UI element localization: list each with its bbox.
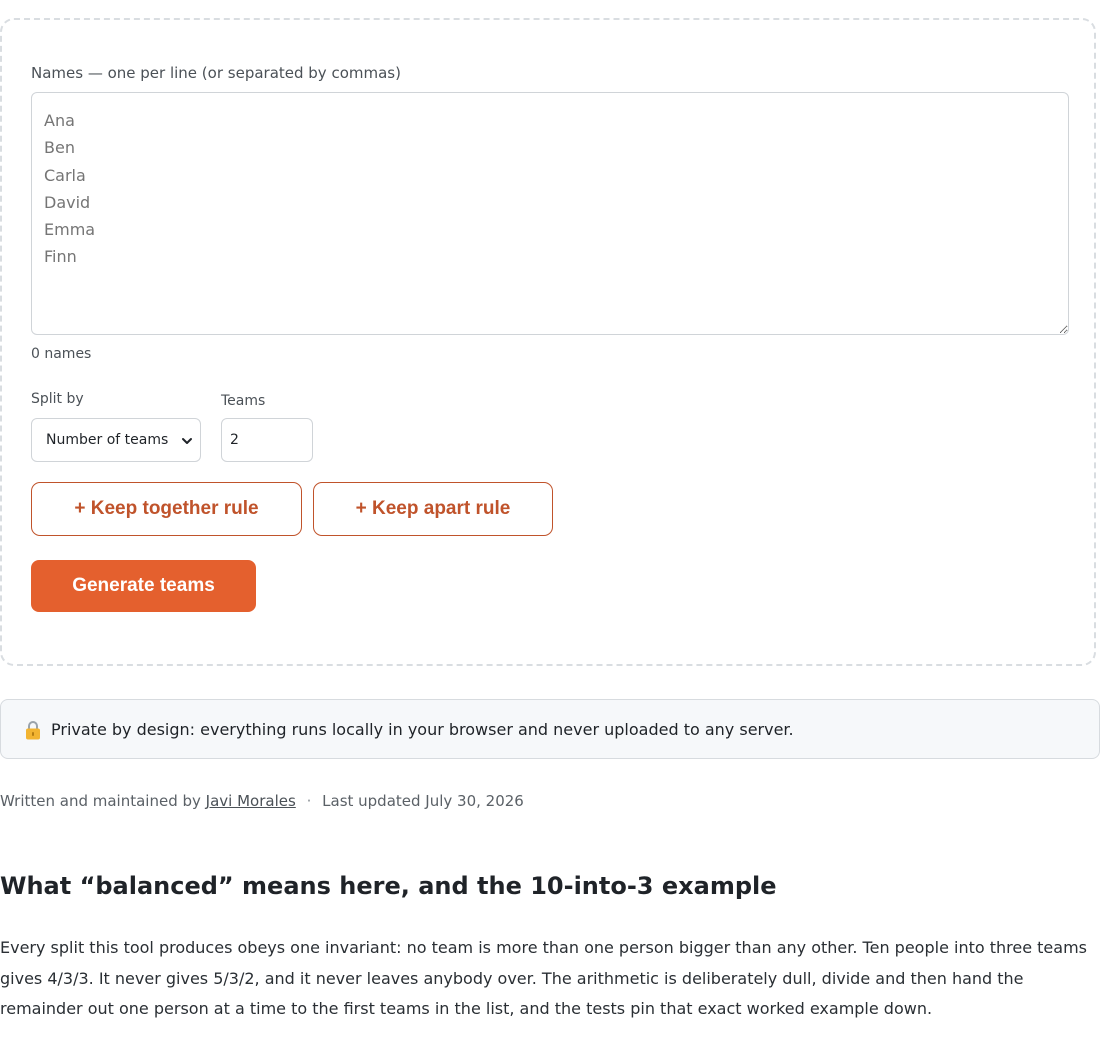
section-heading: What “balanced” means here, and the 10-i…	[0, 872, 777, 900]
names-count: 0 names	[31, 346, 92, 362]
split-by-value: Number of teams	[46, 432, 169, 448]
teams-label: Teams	[221, 393, 266, 409]
section-paragraph: Every split this tool produces obeys one…	[0, 938, 1087, 1018]
chevron-down-icon	[182, 438, 192, 444]
byline: Written and maintained by Javi Morales ·…	[0, 792, 524, 810]
last-updated: Last updated July 30, 2026	[322, 792, 524, 810]
names-textarea[interactable]	[31, 92, 1069, 335]
byline-prefix: Written and maintained by	[0, 792, 201, 810]
keep-apart-rule-button[interactable]: + Keep apart rule	[313, 482, 553, 536]
keep-together-rule-button[interactable]: + Keep together rule	[31, 482, 302, 536]
privacy-text: Private by design: everything runs local…	[51, 720, 794, 739]
byline-separator: ·	[306, 792, 312, 810]
privacy-notice: Private by design: everything runs local…	[0, 699, 1100, 759]
lock-icon	[26, 721, 40, 740]
names-label: Names — one per line (or separated by co…	[31, 64, 401, 82]
split-by-label: Split by	[31, 391, 84, 407]
generate-teams-button[interactable]: Generate teams	[31, 560, 256, 612]
split-by-select[interactable]: Number of teams	[31, 418, 201, 462]
teams-count-input[interactable]	[221, 418, 313, 462]
author-link[interactable]: Javi Morales	[206, 792, 296, 810]
